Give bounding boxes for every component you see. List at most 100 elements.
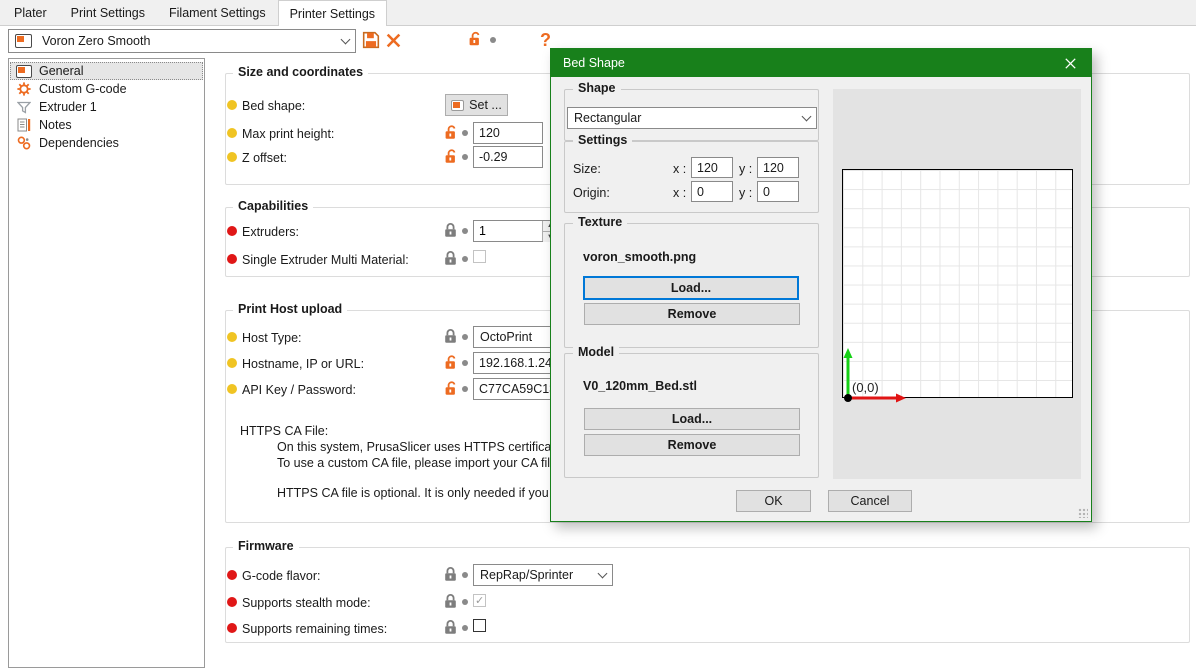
value-state-dot — [462, 334, 468, 340]
texture-load-button[interactable]: Load... — [583, 276, 799, 300]
x-label: x : — [673, 186, 686, 200]
sidebar-item-custom-gcode[interactable]: Custom G-code — [10, 80, 203, 98]
origin-axes: (0,0) — [833, 345, 943, 417]
ok-button[interactable]: OK — [736, 490, 811, 512]
locked-padlock-icon[interactable] — [444, 223, 458, 238]
bed-shape-dialog: Bed Shape Shape Rectangular Settings Siz… — [550, 48, 1092, 522]
cancel-button[interactable]: Cancel — [828, 490, 912, 512]
size-x-input[interactable] — [691, 157, 733, 178]
locked-padlock-icon[interactable] — [444, 251, 458, 266]
settings-tree: General Custom G-code Extruder 1 — [8, 58, 205, 668]
value-state-dot — [462, 360, 468, 366]
delete-preset-button[interactable] — [385, 30, 402, 50]
semm-label: Single Extruder Multi Material: — [242, 253, 409, 267]
lock-all-toggle[interactable] — [468, 30, 496, 50]
value-state-dot — [490, 37, 496, 43]
model-filename: V0_120mm_Bed.stl — [583, 379, 697, 393]
modified-bullet-icon — [227, 384, 237, 394]
unlocked-padlock-icon[interactable] — [444, 149, 458, 164]
origin-label: Origin: — [573, 186, 610, 200]
tab-filament-settings[interactable]: Filament Settings — [157, 1, 278, 25]
group-title: Size and coordinates — [233, 65, 368, 79]
https-ca-title: HTTPS CA File: — [240, 424, 328, 438]
unlocked-padlock-icon[interactable] — [444, 355, 458, 370]
dependencies-icon — [15, 136, 32, 150]
sidebar-item-label: Custom G-code — [39, 82, 127, 96]
system-value-bullet-icon — [227, 597, 237, 607]
bed-shape-set-button[interactable]: Set ... — [445, 94, 508, 116]
settings-group-title: Settings — [573, 133, 632, 147]
modified-bullet-icon — [227, 128, 237, 138]
z-offset-input[interactable] — [473, 146, 543, 168]
unlocked-padlock-icon[interactable] — [444, 381, 458, 396]
gcode-flavor-select[interactable]: RepRap/Sprinter — [473, 564, 613, 586]
locked-padlock-icon[interactable] — [444, 594, 458, 609]
bed-shape-icon — [451, 100, 464, 111]
dialog-title: Bed Shape — [563, 56, 625, 70]
main-tab-bar: Plater Print Settings Filament Settings … — [0, 0, 1196, 26]
unlocked-padlock-icon[interactable] — [444, 125, 458, 140]
shape-select[interactable]: Rectangular — [567, 107, 817, 129]
group-title: Firmware — [233, 539, 299, 553]
texture-group-title: Texture — [573, 215, 627, 229]
save-preset-button[interactable] — [362, 30, 380, 50]
locked-padlock-icon[interactable] — [444, 329, 458, 344]
resize-grip[interactable] — [1078, 508, 1088, 518]
printer-preset-name: Voron Zero Smooth — [32, 34, 342, 48]
system-value-bullet-icon — [227, 226, 237, 236]
stealth-mode-label: Supports stealth mode: — [242, 596, 371, 610]
max-print-height-input[interactable] — [473, 122, 543, 144]
dialog-title-bar[interactable]: Bed Shape — [551, 49, 1091, 77]
value-state-dot — [462, 228, 468, 234]
cancel-button-label: Cancel — [851, 494, 890, 508]
sidebar-item-notes[interactable]: Notes — [10, 116, 203, 134]
y-label: y : — [739, 162, 752, 176]
gcode-flavor-label: G-code flavor: — [242, 569, 321, 583]
sidebar-item-extruder-1[interactable]: Extruder 1 — [10, 98, 203, 116]
sidebar-item-label: General — [39, 64, 83, 78]
load-button-label: Load... — [672, 412, 712, 426]
sidebar-item-label: Notes — [39, 118, 72, 132]
chevron-down-icon — [598, 568, 608, 578]
dialog-close-button[interactable] — [1049, 49, 1091, 77]
extruders-input[interactable] — [474, 221, 542, 241]
model-group-title: Model — [573, 345, 619, 359]
semm-checkbox[interactable] — [473, 250, 486, 263]
tab-plater[interactable]: Plater — [2, 1, 59, 25]
tab-print-settings[interactable]: Print Settings — [59, 1, 157, 25]
group-title: Print Host upload — [233, 302, 347, 316]
origin-coordinates-label: (0,0) — [852, 380, 879, 395]
load-button-label: Load... — [671, 281, 711, 295]
locked-padlock-icon[interactable] — [444, 567, 458, 582]
value-state-dot — [462, 154, 468, 160]
locked-padlock-icon[interactable] — [444, 620, 458, 635]
texture-remove-button[interactable]: Remove — [584, 303, 800, 325]
sidebar-item-dependencies[interactable]: Dependencies — [10, 134, 203, 152]
size-y-input[interactable] — [757, 157, 799, 178]
ok-button-label: OK — [764, 494, 782, 508]
help-button[interactable]: ? — [540, 30, 551, 50]
extruders-spinner[interactable]: ▲▼ — [473, 220, 558, 242]
max-print-height-label: Max print height: — [242, 127, 334, 141]
stealth-mode-checkbox[interactable] — [473, 594, 486, 607]
texture-filename: voron_smooth.png — [583, 250, 696, 264]
shape-value: Rectangular — [574, 111, 803, 125]
modified-bullet-icon — [227, 152, 237, 162]
tab-printer-settings[interactable]: Printer Settings — [278, 0, 387, 26]
value-state-dot — [462, 386, 468, 392]
remaining-times-label: Supports remaining times: — [242, 622, 387, 636]
model-load-button[interactable]: Load... — [584, 408, 800, 430]
save-floppy-icon — [362, 31, 380, 49]
host-type-label: Host Type: — [242, 331, 302, 345]
printer-preset-combobox[interactable]: Voron Zero Smooth — [8, 29, 356, 53]
system-value-bullet-icon — [227, 570, 237, 580]
model-remove-button[interactable]: Remove — [584, 434, 800, 456]
sidebar-item-general[interactable]: General — [10, 62, 203, 80]
gear-icon — [15, 82, 32, 96]
remaining-times-checkbox[interactable] — [473, 619, 486, 632]
group-title: Capabilities — [233, 199, 313, 213]
chevron-down-icon — [341, 34, 351, 44]
value-state-dot — [462, 130, 468, 136]
origin-x-input[interactable] — [691, 181, 733, 202]
origin-y-input[interactable] — [757, 181, 799, 202]
